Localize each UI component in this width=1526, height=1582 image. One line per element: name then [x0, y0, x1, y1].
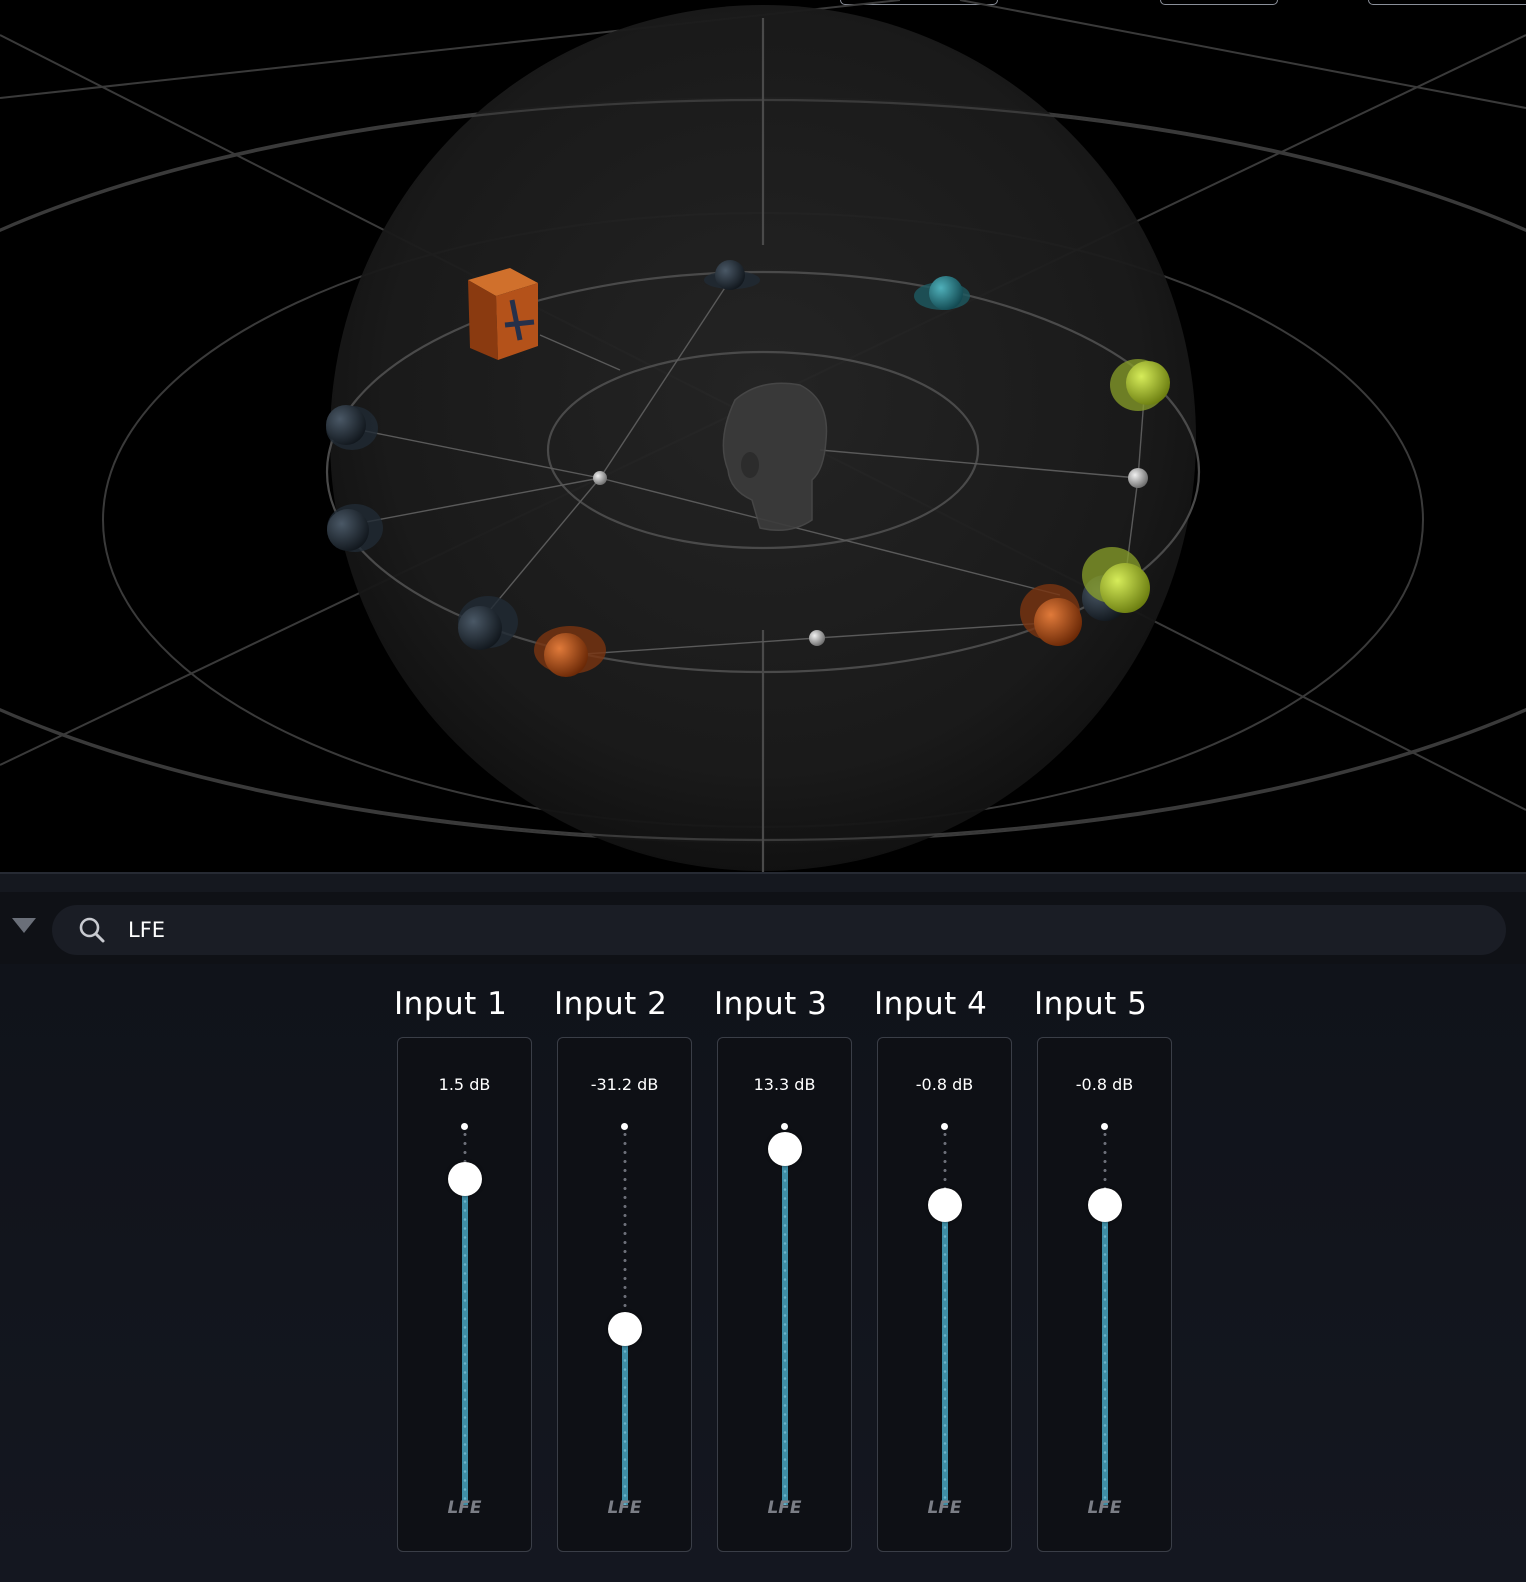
fader-top-dot	[461, 1123, 468, 1130]
channel-box: 13.3 dB LFE	[717, 1037, 852, 1552]
scene-canvas	[0, 0, 1526, 872]
channel-title: Input 2	[554, 986, 668, 1022]
channel-title: Input 1	[394, 986, 508, 1022]
channel-box: -0.8 dB LFE	[1037, 1037, 1172, 1552]
lfe-label: LFE	[767, 1498, 802, 1518]
fader-fill	[462, 1178, 468, 1505]
fader-fill	[622, 1328, 628, 1505]
spatial-3d-view[interactable]	[0, 0, 1526, 872]
fader-fill	[1102, 1205, 1108, 1505]
gain-value: 13.3 dB	[753, 1075, 816, 1094]
fader-top-dot	[941, 1123, 948, 1130]
channel-title: Input 3	[714, 986, 828, 1022]
speaker-dark-icon	[327, 504, 383, 552]
lfe-label: LFE	[447, 1498, 482, 1518]
gain-value: -0.8 dB	[915, 1075, 974, 1094]
channel-strip: Input 3 13.3 dB LFE	[714, 964, 874, 1582]
panel-divider[interactable]	[0, 872, 1526, 892]
gain-value: -31.2 dB	[590, 1075, 659, 1094]
channel-strip: Input 4 -0.8 dB LFE	[874, 964, 1034, 1582]
channel-title: Input 4	[874, 986, 988, 1022]
search-icon	[79, 917, 105, 943]
fader-knob[interactable]	[608, 1311, 642, 1346]
gain-fader[interactable]	[605, 1118, 645, 1508]
channel-strip: Input 1 1.5 dB LFE	[394, 964, 554, 1582]
gain-fader[interactable]	[765, 1118, 805, 1508]
lfe-label: LFE	[927, 1498, 962, 1518]
fader-fill	[942, 1205, 948, 1505]
gain-value: -0.8 dB	[1075, 1075, 1134, 1094]
collapse-triangle-icon[interactable]	[12, 918, 36, 933]
mixer-panel: Input 1 1.5 dB LFE Input 2 -31.2 dB LFE	[0, 964, 1526, 1582]
fader-knob[interactable]	[768, 1131, 802, 1166]
lfe-label: LFE	[1087, 1498, 1122, 1518]
channel-box: -0.8 dB LFE	[877, 1037, 1012, 1552]
gain-value: 1.5 dB	[438, 1075, 491, 1094]
fader-top-dot	[781, 1123, 788, 1130]
lfe-label: LFE	[607, 1498, 642, 1518]
lfe-speaker-icon	[468, 268, 538, 360]
gain-fader[interactable]	[925, 1118, 965, 1508]
channel-box: -31.2 dB LFE	[557, 1037, 692, 1552]
fader-top-dot	[1101, 1123, 1108, 1130]
filter-bar	[0, 892, 1526, 964]
search-box[interactable]	[52, 905, 1506, 955]
fader-knob[interactable]	[1088, 1188, 1122, 1222]
gain-fader[interactable]	[445, 1118, 485, 1508]
fader-top-dot	[621, 1123, 628, 1130]
channel-strip: Input 5 -0.8 dB LFE	[1034, 964, 1194, 1582]
fader-knob[interactable]	[448, 1161, 482, 1196]
gain-fader[interactable]	[1085, 1118, 1125, 1508]
search-input[interactable]	[128, 911, 1468, 949]
channel-strip: Input 2 -31.2 dB LFE	[554, 964, 714, 1582]
fader-knob[interactable]	[928, 1188, 962, 1222]
channel-box: 1.5 dB LFE	[397, 1037, 532, 1552]
channel-title: Input 5	[1034, 986, 1148, 1022]
fader-fill	[782, 1148, 788, 1505]
